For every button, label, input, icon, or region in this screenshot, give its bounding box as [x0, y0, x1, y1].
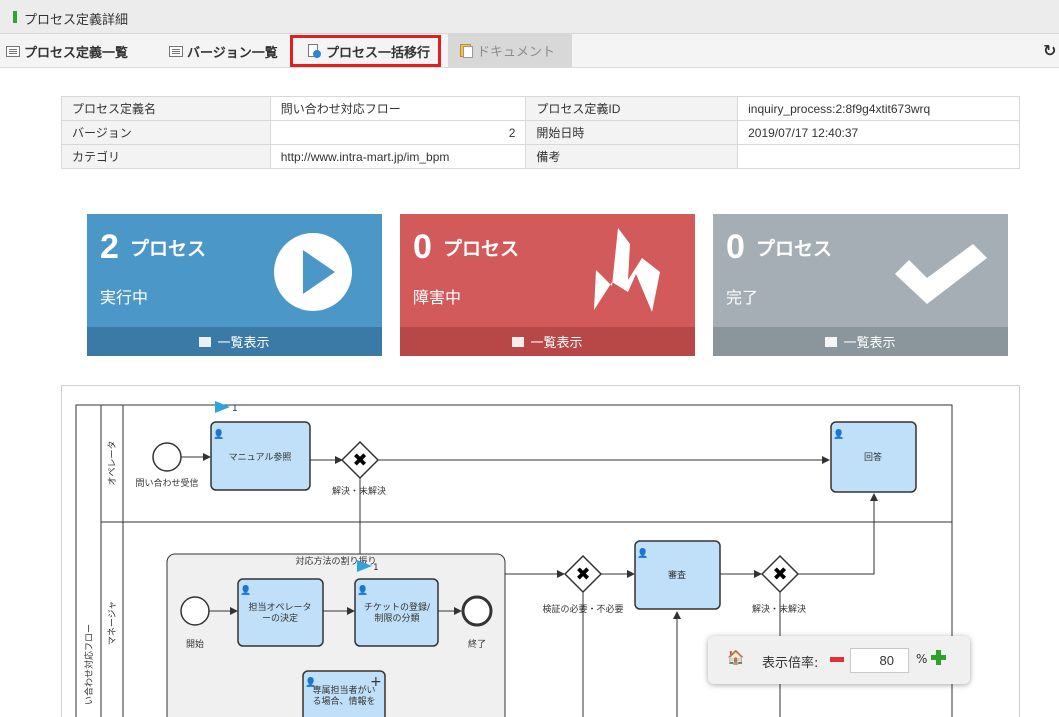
check-icon: [895, 244, 987, 304]
done-list-link[interactable]: 一覧表示: [713, 327, 1008, 356]
label-version: バージョン: [61, 120, 271, 145]
done-count: 0: [726, 228, 745, 266]
tab-version-list[interactable]: バージョン一覧: [169, 34, 278, 68]
task-manual-label: マニュアル参照: [229, 451, 292, 463]
refresh-icon[interactable]: ↻: [1043, 41, 1056, 60]
done-unit: プロセス: [756, 238, 833, 260]
table-row: カテゴリ http://www.intra-mart.jp/im_bpm 備考: [61, 144, 1020, 169]
document-icon: [460, 43, 473, 58]
pool-label: い合わせ対応フロー: [83, 624, 95, 705]
error-count: 0: [413, 228, 432, 266]
window-title: プロセス定義詳細: [24, 13, 129, 28]
window-title-bar: プロセス定義詳細: [0, 0, 1059, 34]
tab-label: プロセス一括移行: [326, 45, 431, 61]
value-process-name: 問い合わせ対応フロー: [269, 96, 527, 121]
label-note: 備考: [525, 144, 739, 169]
value-note: [737, 144, 1020, 169]
link-label: 一覧表示: [530, 336, 583, 351]
value-version: 2: [269, 120, 527, 145]
user-task-icon: 👤: [357, 584, 368, 596]
error-list-link[interactable]: 一覧表示: [400, 327, 695, 356]
link-label: 一覧表示: [843, 336, 896, 351]
token-count: 1: [373, 563, 379, 573]
list-icon: [512, 336, 525, 347]
running-label: 実行中: [100, 288, 149, 307]
table-row: プロセス定義名 問い合わせ対応フロー プロセス定義ID inquiry_proc…: [61, 96, 1020, 121]
user-task-icon: 👤: [213, 428, 224, 440]
tab-bar: プロセス定義一覧 バージョン一覧 プロセス一括移行 ドキュメント: [0, 34, 1059, 68]
user-task-icon: 👤: [240, 584, 251, 596]
tab-document[interactable]: ドキュメント: [448, 34, 572, 67]
tab-label: バージョン一覧: [187, 45, 278, 61]
list-icon: [825, 336, 838, 347]
list-icon: [169, 45, 183, 57]
task-assign-label-2: ーの決定: [262, 612, 298, 624]
task-review-label: 審査: [668, 569, 686, 581]
process-info-table: プロセス定義名 問い合わせ対応フロー プロセス定義ID inquiry_proc…: [61, 96, 1020, 169]
value-start-date: 2019/07/17 12:40:37: [737, 120, 1020, 145]
task-special-label-1: 専属担当者がい: [312, 684, 375, 696]
title-marker: [13, 11, 17, 23]
tab-label: プロセス定義一覧: [24, 45, 129, 61]
zoom-out-icon[interactable]: [830, 657, 844, 662]
error-label: 障害中: [413, 288, 462, 307]
table-row: バージョン 2 開始日時 2019/07/17 12:40:37: [61, 120, 1020, 145]
task-ticket-label-2: 制限の分類: [374, 612, 419, 624]
lane-manager-label: マネージャ: [107, 601, 118, 645]
task-answer-label: 回答: [864, 451, 882, 463]
label-process-name: プロセス定義名: [61, 96, 271, 121]
gateway-resolved-2-label: 解決・未解決: [752, 603, 806, 615]
sub-end-label: 終了: [468, 638, 486, 650]
task-special-label-2: る場合、情報を: [312, 695, 375, 707]
error-process-card: 0 プロセス 障害中 一覧表示: [400, 214, 695, 356]
list-icon: [199, 336, 212, 347]
tab-bulk-migration[interactable]: プロセス一括移行: [290, 35, 442, 67]
label-start-date: 開始日時: [525, 120, 739, 145]
running-count: 2: [100, 228, 119, 266]
tab-process-definition-list[interactable]: プロセス定義一覧: [6, 34, 128, 68]
tab-label: ドキュメント: [477, 45, 556, 60]
running-process-card: 2 プロセス 実行中 一覧表示: [87, 214, 382, 356]
gateway-x-icon: ✖: [575, 564, 590, 585]
migrate-icon: [307, 44, 321, 58]
lightning-icon: [594, 228, 660, 312]
user-task-icon: 👤: [833, 428, 844, 440]
value-process-id: inquiry_process:2:8f9g4xtit673wrq: [737, 96, 1020, 121]
lane-operator-label: オペレータ: [107, 440, 118, 485]
list-icon: [6, 45, 20, 57]
gateway-x-icon: ✖: [352, 450, 367, 471]
play-icon: [274, 233, 352, 311]
gateway-resolved-label: 解決・未解決: [332, 485, 386, 497]
home-icon[interactable]: 🏠: [727, 650, 744, 666]
token-count: 1: [232, 404, 238, 414]
zoom-label: 表示倍率:: [762, 656, 819, 671]
link-label: 一覧表示: [217, 336, 270, 351]
start-event[interactable]: [152, 442, 182, 472]
flow: [798, 493, 878, 575]
zoom-in-icon[interactable]: [931, 650, 946, 665]
task-assign-label-1: 担当オペレータ: [248, 601, 311, 613]
start-event-label: 問い合わせ受信: [135, 477, 198, 489]
label-process-id: プロセス定義ID: [525, 96, 739, 121]
label-category: カテゴリ: [61, 144, 271, 169]
zoom-panel: 🏠 表示倍率: 80 %: [708, 636, 970, 684]
running-unit: プロセス: [130, 238, 207, 260]
completed-process-card: 0 プロセス 完了 一覧表示: [713, 214, 1008, 356]
user-task-icon: 👤: [637, 547, 648, 559]
gateway-x-icon: ✖: [772, 564, 787, 585]
done-label: 完了: [726, 288, 759, 307]
task-ticket-label-1: チケットの登録/: [364, 601, 431, 613]
error-unit: プロセス: [443, 238, 520, 260]
sub-end-event[interactable]: [461, 595, 493, 627]
running-list-link[interactable]: 一覧表示: [87, 327, 382, 356]
zoom-input[interactable]: 80: [850, 648, 909, 673]
sub-start-event[interactable]: [180, 596, 210, 626]
token-marker: [215, 401, 230, 413]
value-category: http://www.intra-mart.jp/im_bpm: [269, 144, 527, 169]
sub-start-label: 開始: [186, 638, 204, 650]
zoom-unit: %: [916, 652, 928, 666]
